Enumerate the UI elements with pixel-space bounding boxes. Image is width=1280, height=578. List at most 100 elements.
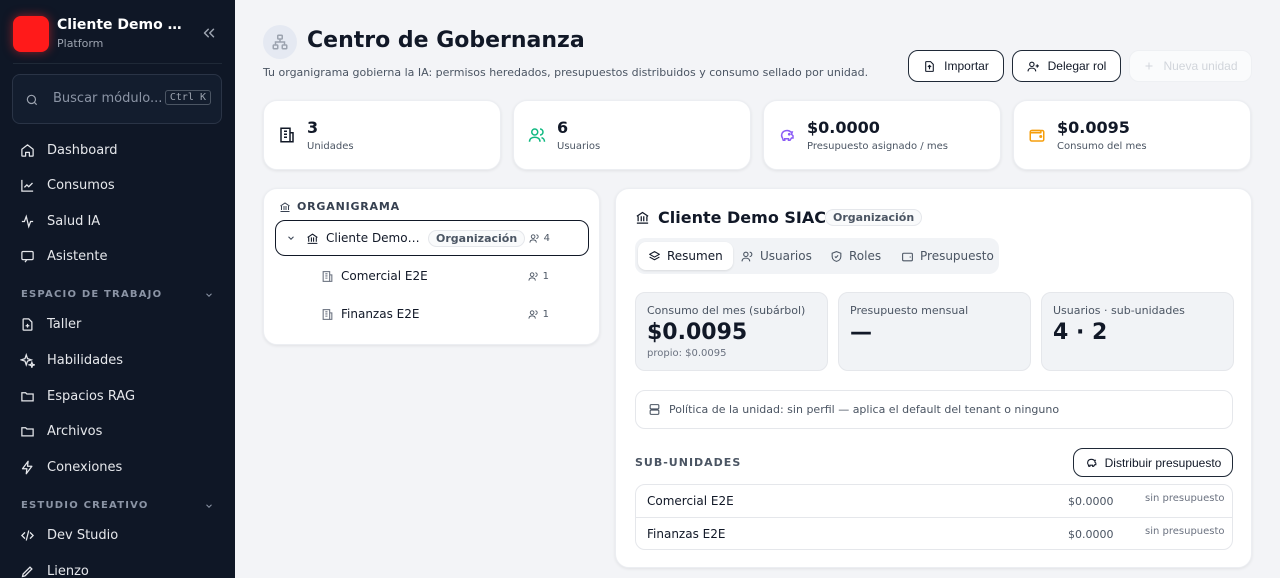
sidebar-item-label: Taller: [47, 316, 82, 332]
tree-node-label: Finanzas E2E: [341, 307, 420, 321]
sidebar-item-lienzo[interactable]: Lienzo: [20, 560, 89, 578]
sidebar-item-salud-ia[interactable]: Salud IA: [20, 210, 100, 232]
chat-icon: [21, 250, 34, 262]
new-unit-label: Nueva unidad: [1163, 59, 1238, 73]
sidebar-item-label: Habilidades: [47, 352, 124, 368]
sidebar-item-label: Archivos: [47, 423, 103, 439]
landmark-icon: [636, 211, 649, 224]
org-type-badge: Organización: [428, 229, 526, 247]
member-count-value: 1: [542, 270, 549, 282]
new-unit-button[interactable]: Nueva unidad: [1129, 50, 1252, 82]
tab-usuarios[interactable]: Usuarios: [731, 242, 822, 270]
sidebar-item-dashboard[interactable]: Dashboard: [20, 139, 118, 161]
stat-card-users: 6 Usuarios: [513, 100, 751, 170]
subunit-name: Comercial E2E: [647, 494, 734, 508]
metric-consumption: Consumo del mes (subárbol) $0.0095 propi…: [635, 292, 828, 371]
piggy-bank-icon: [780, 129, 794, 141]
building-icon: [280, 127, 294, 143]
page-subtitle: Tu organigrama gobierna la IA: permisos …: [263, 66, 869, 79]
tree-node-finanzas[interactable]: Finanzas E2E 1: [275, 296, 589, 332]
unit-type-badge: Organización: [825, 209, 923, 226]
pen-icon: [21, 565, 33, 577]
sidebar-item-conexiones[interactable]: Conexiones: [20, 456, 122, 478]
sparkles-icon: [20, 352, 35, 368]
member-count-value: 1: [542, 308, 549, 320]
sidebar-item-habilidades[interactable]: Habilidades: [20, 349, 123, 371]
subunit-amount: $0.0000: [1068, 495, 1114, 508]
brand[interactable]: Cliente Demo SIAC Platform: [13, 16, 222, 52]
chevron-down-icon[interactable]: [204, 501, 214, 511]
code-icon: [20, 529, 35, 541]
sidebar-item-taller[interactable]: Taller: [20, 313, 81, 335]
stat-value: 6: [557, 118, 569, 137]
tree-node-label: Comercial E2E: [341, 269, 428, 283]
governance-icon: [263, 25, 297, 59]
delegate-role-button[interactable]: Delegar rol: [1012, 50, 1121, 82]
tab-label: Resumen: [667, 249, 723, 263]
main-content: Centro de Gobernanza Tu organigrama gobi…: [235, 0, 1280, 578]
sidebar-item-asistente[interactable]: Asistente: [20, 245, 107, 267]
org-chart-title: ORGANIGRAMA: [279, 200, 400, 213]
layers-icon: [649, 250, 660, 260]
stat-value: 3: [307, 118, 319, 137]
tree-node-comercial[interactable]: Comercial E2E 1: [275, 258, 589, 294]
brand-logo: [13, 16, 49, 52]
search-input[interactable]: Buscar módulo...: [53, 91, 162, 106]
sidebar-item-consumos[interactable]: Consumos: [20, 174, 115, 196]
collapse-sidebar-icon[interactable]: [200, 24, 218, 42]
users-icon: [529, 233, 539, 243]
stat-label: Consumo del mes: [1057, 141, 1147, 152]
tab-presupuesto[interactable]: Presupuesto: [891, 242, 1004, 270]
org-chart-panel: ORGANIGRAMA Cliente Demo SIAC Organizaci…: [263, 188, 600, 345]
metric-users-subunits: Usuarios · sub-unidades 4 · 2: [1041, 292, 1234, 371]
users-icon: [528, 128, 546, 142]
org-chart-title-text: ORGANIGRAMA: [297, 200, 400, 213]
section-label-creative: ESTUDIO CREATIVO: [21, 500, 149, 511]
tab-roles[interactable]: Roles: [820, 242, 891, 270]
sidebar-item-label: Dashboard: [47, 142, 118, 158]
unit-policy-text: Política de la unidad: sin perfil — apli…: [669, 403, 1060, 416]
subunit-status: sin presupuesto: [1145, 493, 1225, 504]
stat-label: Presupuesto asignado / mes: [807, 141, 948, 152]
file-upload-icon: [925, 60, 934, 72]
plus-icon: [1145, 62, 1153, 70]
sidebar-divider: [13, 63, 222, 64]
chevron-down-icon[interactable]: [204, 290, 214, 300]
member-count: 1: [528, 271, 549, 282]
file-plus-icon: [22, 317, 33, 331]
shield-icon: [831, 250, 842, 262]
tree-node-root[interactable]: Cliente Demo SIAC Organización 4: [275, 220, 589, 256]
sidebar-item-archivos[interactable]: Archivos: [20, 420, 102, 442]
tab-resumen[interactable]: Resumen: [638, 242, 733, 270]
stat-card-units: 3 Unidades: [263, 100, 501, 170]
metric-value: —: [850, 320, 872, 345]
metric-label: Usuarios · sub-unidades: [1053, 304, 1185, 317]
module-search[interactable]: Buscar módulo... Ctrl K: [12, 74, 222, 124]
detail-tabs: Resumen Usuarios Roles Presupuesto: [635, 238, 999, 274]
building-icon: [322, 270, 333, 282]
folder-icon: [21, 426, 34, 436]
metric-label: Consumo del mes (subárbol): [647, 304, 806, 317]
stat-card-consumption: $0.0095 Consumo del mes: [1013, 100, 1251, 170]
tab-label: Presupuesto: [920, 249, 994, 263]
chevron-down-icon[interactable]: [286, 233, 296, 243]
home-icon: [21, 143, 34, 157]
users-icon: [741, 251, 753, 261]
stat-card-budget: $0.0000 Presupuesto asignado / mes: [763, 100, 1001, 170]
wallet-icon: [1029, 129, 1045, 142]
table-row[interactable]: Comercial E2E $0.0000 sin presupuesto: [636, 485, 1232, 518]
unit-title-text: Cliente Demo SIAC: [658, 208, 826, 227]
distribute-budget-button[interactable]: Distribuir presupuesto: [1073, 448, 1233, 477]
sidebar-item-espacios-rag[interactable]: Espacios RAG: [20, 385, 135, 407]
sidebar-item-label: Conexiones: [47, 459, 123, 475]
sidebar-item-dev-studio[interactable]: Dev Studio: [20, 524, 118, 546]
import-button[interactable]: Importar: [908, 50, 1004, 82]
unit-title: Cliente Demo SIAC: [635, 208, 826, 227]
users-icon: [528, 309, 538, 319]
server-icon: [649, 404, 660, 415]
sidebar: Cliente Demo SIAC Platform Buscar módulo…: [0, 0, 235, 578]
metric-value: 4 · 2: [1053, 320, 1108, 345]
search-shortcut: Ctrl K: [164, 90, 211, 105]
subunits-title: SUB-UNIDADES: [635, 456, 742, 469]
table-row[interactable]: Finanzas E2E $0.0000 sin presupuesto: [636, 518, 1232, 549]
